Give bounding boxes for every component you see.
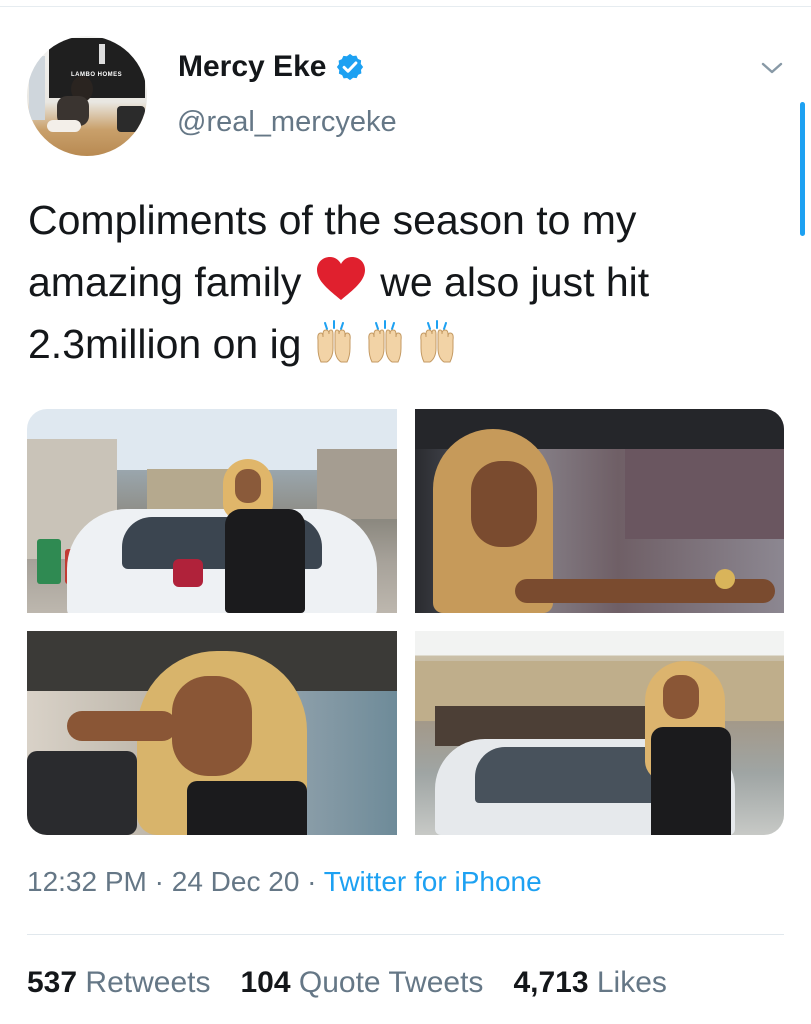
- retweets-label: Retweets: [85, 966, 211, 999]
- likes-count: 4,713: [513, 966, 589, 999]
- black-top: [187, 781, 307, 835]
- retweets-stat[interactable]: 537 Retweets: [27, 966, 210, 1000]
- green-bin: [37, 539, 61, 584]
- red-handbag: [173, 559, 203, 587]
- raising-hands-emoji-2: [366, 313, 404, 375]
- raising-hands-icon: [368, 320, 402, 363]
- arm: [515, 579, 775, 603]
- media-grid: [27, 409, 784, 835]
- face: [663, 675, 699, 719]
- display-name[interactable]: Mercy Eke: [178, 50, 326, 84]
- media-photo-1[interactable]: [27, 409, 397, 613]
- likes-stat[interactable]: 4,713 Likes: [513, 966, 666, 1000]
- stats-divider: [27, 934, 784, 935]
- quote-tweets-stat[interactable]: 104 Quote Tweets: [240, 966, 483, 1000]
- black-dress: [225, 509, 305, 613]
- media-photo-3[interactable]: [27, 631, 397, 835]
- avatar-person-legs: [47, 120, 81, 132]
- retweets-count: 537: [27, 966, 78, 999]
- meta-separator-1: ·: [154, 866, 164, 897]
- media-photo-2[interactable]: [415, 409, 784, 613]
- raising-hands-emoji-1: [315, 313, 353, 375]
- tweet-date[interactable]: 24 Dec 20: [172, 866, 300, 897]
- car-window-reflection: [625, 449, 784, 539]
- author-handle[interactable]: @real_mercyeke: [177, 106, 397, 139]
- verified-badge-icon: [337, 53, 364, 81]
- raising-hands-icon: [317, 320, 351, 363]
- meta-separator-2: ·: [307, 866, 317, 897]
- author-name-row[interactable]: Mercy Eke: [178, 50, 365, 84]
- media-photo-4[interactable]: [415, 631, 784, 835]
- avatar-handbag: [117, 106, 145, 132]
- tweet-stats: 537 Retweets 104 Quote Tweets 4,713 Like…: [27, 966, 667, 1000]
- tweet-time[interactable]: 12:32 PM: [27, 866, 147, 897]
- avatar[interactable]: LAMBO HOMES: [27, 36, 147, 156]
- face: [471, 461, 537, 547]
- watch: [715, 569, 735, 589]
- red-heart-icon: [316, 257, 365, 300]
- raised-arm: [67, 711, 177, 741]
- avatar-sign-logo: [99, 44, 105, 64]
- raising-hands-emoji-3: [418, 313, 456, 375]
- raising-hands-icon: [420, 320, 454, 363]
- quote-tweets-label: Quote Tweets: [298, 966, 484, 999]
- avatar-window: [29, 56, 45, 120]
- car-door: [27, 751, 137, 835]
- face: [235, 469, 261, 503]
- tweet-text: Compliments of the season to my amazing …: [28, 189, 788, 375]
- likes-label: Likes: [596, 966, 667, 999]
- tweet-source-link[interactable]: Twitter for iPhone: [324, 866, 542, 897]
- tweet-meta: 12:32 PM · 24 Dec 20 · Twitter for iPhon…: [27, 866, 542, 898]
- scrollbar-thumb[interactable]: [800, 102, 805, 236]
- face: [172, 676, 252, 776]
- black-dress: [651, 727, 731, 835]
- chevron-down-icon[interactable]: [760, 56, 784, 80]
- avatar-sign: [49, 38, 145, 98]
- quote-tweets-count: 104: [240, 966, 291, 999]
- building-right: [317, 449, 397, 519]
- top-divider: [0, 0, 811, 7]
